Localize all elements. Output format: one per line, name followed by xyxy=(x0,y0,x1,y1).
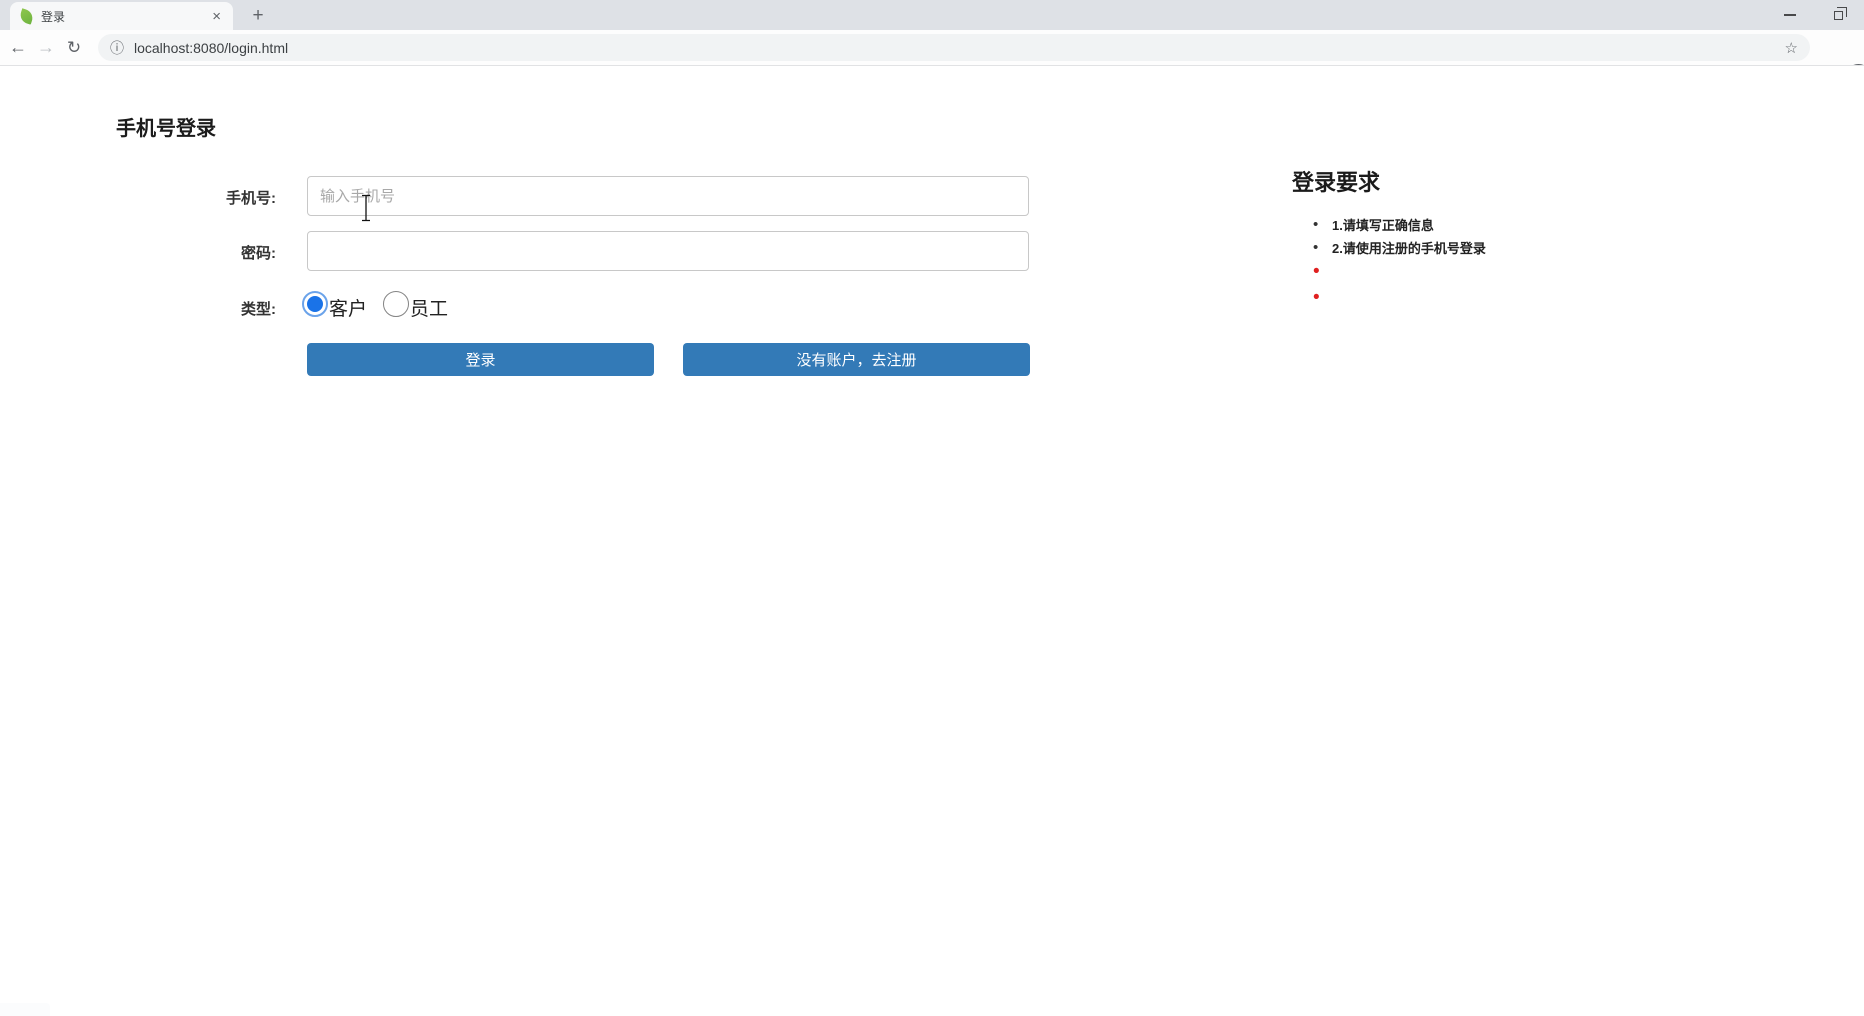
status-bubble xyxy=(0,1003,50,1016)
browser-toolbar: ← → ↻ ⓘ localhost:8080/login.html ☆ xyxy=(0,30,1864,91)
red-bullet-icon: • xyxy=(1313,261,1320,282)
new-tab-button[interactable]: + xyxy=(245,3,271,29)
restore-icon xyxy=(1833,7,1847,20)
password-label: 密码: xyxy=(241,245,276,262)
type-radio-group: 客户 员工 xyxy=(302,289,450,321)
requirements-list: • 1.请填写正确信息 • 2.请使用注册的手机号登录 • • xyxy=(1313,213,1486,311)
window-minimize-button[interactable] xyxy=(1770,0,1810,30)
radio-employee-label[interactable]: 员工 xyxy=(410,294,448,321)
password-input[interactable] xyxy=(307,231,1029,271)
address-bar[interactable]: ⓘ localhost:8080/login.html ☆ xyxy=(98,34,1810,61)
bookmark-star-icon[interactable]: ☆ xyxy=(1785,39,1798,57)
tab-title: 登录 xyxy=(41,9,66,24)
text-cursor-pointer xyxy=(362,194,370,222)
window-restore-button[interactable] xyxy=(1818,0,1858,30)
register-button[interactable]: 没有账户，去注册 xyxy=(683,343,1030,376)
minimize-icon xyxy=(1784,14,1796,16)
tab-close-icon[interactable]: × xyxy=(208,7,225,26)
spring-leaf-icon xyxy=(18,7,35,25)
radio-employee-unselected[interactable] xyxy=(383,291,410,317)
list-item: • 1.请填写正确信息 xyxy=(1313,216,1434,233)
tab-strip: 登录 × + xyxy=(0,0,1864,30)
list-item: • 2.请使用注册的手机号登录 xyxy=(1313,239,1486,256)
red-bullet-icon: • xyxy=(1313,287,1320,308)
requirements-heading: 登录要求 xyxy=(1292,170,1381,195)
phone-input[interactable] xyxy=(307,176,1029,216)
browser-tab[interactable]: 登录 × xyxy=(10,2,233,30)
reload-button[interactable]: ↻ xyxy=(60,30,88,65)
radio-customer-label[interactable]: 客户 xyxy=(329,294,367,321)
bullet-icon: • xyxy=(1313,239,1319,256)
login-page: 手机号登录 手机号: 密码: 类型: 客户 员工 登录 没有账户，去注册 登录要… xyxy=(0,66,1864,1016)
login-button[interactable]: 登录 xyxy=(307,343,654,376)
url-text[interactable]: localhost:8080/login.html xyxy=(134,40,1785,56)
list-item-empty: • xyxy=(1313,259,1486,285)
back-button[interactable]: ← xyxy=(4,30,32,65)
list-item-empty: • xyxy=(1313,285,1486,311)
phone-label: 手机号: xyxy=(226,190,276,207)
forward-button[interactable]: → xyxy=(32,30,60,65)
bullet-icon: • xyxy=(1313,216,1319,233)
page-title: 手机号登录 xyxy=(116,118,216,140)
type-label: 类型: xyxy=(241,301,276,318)
radio-customer-selected[interactable] xyxy=(302,291,328,317)
page-info-icon[interactable]: ⓘ xyxy=(110,38,124,58)
